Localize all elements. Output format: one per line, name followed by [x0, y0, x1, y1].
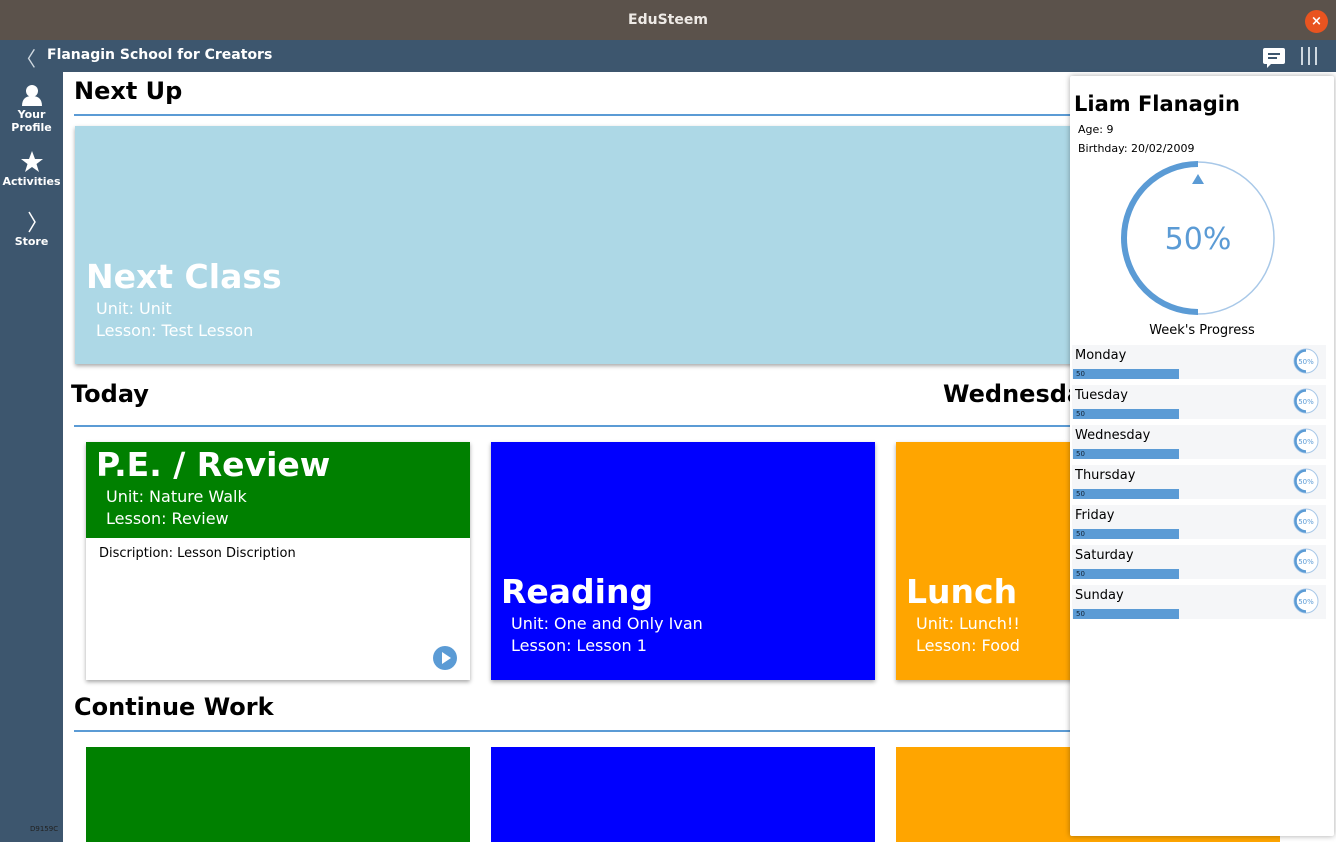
card-unit: Unit: Unit	[96, 299, 172, 318]
day-progress-percent: 50%	[1298, 518, 1314, 526]
next-class-card[interactable]: Next Class Unit: Unit Lesson: Test Lesso…	[75, 126, 1095, 364]
app-header: 〈 Flanagin School for Creators	[0, 40, 1336, 72]
day-progress-dial-icon: 50%	[1293, 588, 1319, 614]
class-card-pe[interactable]: P.E. / Review Unit: Nature Walk Lesson: …	[86, 442, 470, 680]
day-progress-dial-icon: 50%	[1293, 468, 1319, 494]
day-progress-value: 50	[1076, 450, 1085, 458]
day-progress-dial-icon: 50%	[1293, 428, 1319, 454]
profile-panel: Liam Flanagin Age: 9 Birthday: 20/02/200…	[1070, 76, 1334, 836]
sidebar-footer-text: D9159C	[30, 825, 59, 833]
card-lesson: Lesson: Review	[106, 509, 229, 528]
week-progress-label: Week's Progress	[1149, 323, 1255, 338]
card-lesson: Lesson: Test Lesson	[96, 321, 254, 340]
day-progress-percent: 50%	[1298, 558, 1314, 566]
class-card-reading[interactable]: Reading Unit: One and Only Ivan Lesson: …	[491, 442, 875, 680]
card-title: Reading	[501, 572, 654, 611]
day-progress-row[interactable]: Tuesday 50 50%	[1072, 385, 1326, 419]
card-title: Lunch	[906, 572, 1018, 611]
sidebar-item-activities[interactable]: Activities	[0, 151, 63, 188]
card-unit: Unit: Lunch!!	[916, 614, 1020, 633]
day-name: Sunday	[1075, 588, 1124, 603]
day-progress-dial-icon: 50%	[1293, 388, 1319, 414]
day-name: Friday	[1075, 508, 1115, 523]
continue-card[interactable]	[491, 747, 875, 842]
day-progress-value: 50	[1076, 570, 1085, 578]
sidebar-item-label: Your	[17, 108, 46, 121]
day-name: Tuesday	[1075, 388, 1128, 403]
day-progress-bar	[1073, 449, 1179, 459]
sidebar-item-label: Activities	[2, 175, 61, 188]
day-progress-percent: 50%	[1298, 478, 1314, 486]
section-divider	[74, 114, 1114, 116]
student-age: Age: 9	[1078, 123, 1114, 136]
day-name: Wednesday	[1075, 428, 1151, 443]
play-icon[interactable]	[433, 646, 457, 670]
day-progress-percent: 50%	[1298, 598, 1314, 606]
day-progress-dial-icon: 50%	[1293, 348, 1319, 374]
card-unit: Unit: Nature Walk	[106, 487, 247, 506]
window-titlebar: EduSteem ×	[0, 0, 1336, 40]
day-progress-row[interactable]: Wednesday 50 50%	[1072, 425, 1326, 459]
day-name: Saturday	[1075, 548, 1134, 563]
progress-marker-icon	[1192, 174, 1204, 184]
sidebar-item-label: Store	[14, 235, 49, 248]
card-unit: Unit: One and Only Ivan	[511, 614, 703, 633]
sidebar: Your Profile Activities Store D9159C	[0, 72, 63, 842]
day-progress-bar	[1073, 409, 1179, 419]
sidebar-item-store[interactable]: Store	[0, 211, 63, 248]
columns-menu-icon[interactable]	[1301, 47, 1317, 65]
day-progress-row[interactable]: Sunday 50 50%	[1072, 585, 1326, 619]
back-icon[interactable]: 〈	[16, 43, 36, 72]
day-progress-bar	[1073, 529, 1179, 539]
day-progress-percent: 50%	[1298, 438, 1314, 446]
day-progress-value: 50	[1076, 410, 1085, 418]
sidebar-item-label: Profile	[11, 121, 52, 134]
star-icon	[20, 151, 43, 172]
card-lesson: Lesson: Lesson 1	[511, 636, 647, 655]
day-progress-percent: 50%	[1298, 398, 1314, 406]
window-title: EduSteem	[628, 12, 708, 28]
day-progress-row[interactable]: Thursday 50 50%	[1072, 465, 1326, 499]
day-progress-bar	[1073, 489, 1179, 499]
student-birthday: Birthday: 20/02/2009	[1078, 142, 1195, 155]
day-progress-value: 50	[1076, 490, 1085, 498]
section-divider	[74, 425, 1114, 427]
day-progress-dial-icon: 50%	[1293, 508, 1319, 534]
day-progress-value: 50	[1076, 370, 1085, 378]
section-divider	[74, 730, 1114, 732]
day-heading: Wednesda	[943, 380, 1084, 408]
card-title: Next Class	[86, 257, 282, 296]
sidebar-item-profile[interactable]: Your Profile	[0, 84, 63, 134]
day-progress-bar	[1073, 369, 1179, 379]
week-progress-ring: 50%	[1121, 161, 1275, 315]
student-name: Liam Flanagin	[1074, 92, 1240, 116]
person-icon	[21, 85, 42, 106]
week-progress-percent: 50%	[1165, 222, 1232, 257]
chat-icon[interactable]	[1263, 48, 1285, 68]
continue-card[interactable]	[86, 747, 470, 842]
card-description: Discription: Lesson Discription	[99, 546, 296, 561]
close-icon[interactable]: ×	[1305, 10, 1328, 33]
today-heading: Today	[71, 380, 149, 408]
day-progress-value: 50	[1076, 530, 1085, 538]
day-progress-percent: 50%	[1298, 358, 1314, 366]
day-progress-bar	[1073, 609, 1179, 619]
day-name: Monday	[1075, 348, 1127, 363]
chevron-right-icon	[27, 211, 36, 233]
card-body: Discription: Lesson Discription	[86, 538, 470, 680]
card-title: P.E. / Review	[96, 445, 331, 484]
day-name: Thursday	[1075, 468, 1136, 483]
card-lesson: Lesson: Food	[916, 636, 1020, 655]
day-progress-row[interactable]: Saturday 50 50%	[1072, 545, 1326, 579]
card-header: P.E. / Review Unit: Nature Walk Lesson: …	[86, 442, 470, 538]
day-progress-value: 50	[1076, 610, 1085, 618]
day-progress-row[interactable]: Monday 50 50%	[1072, 345, 1326, 379]
day-progress-bar	[1073, 569, 1179, 579]
day-progress-dial-icon: 50%	[1293, 548, 1319, 574]
day-progress-row[interactable]: Friday 50 50%	[1072, 505, 1326, 539]
continue-work-heading: Continue Work	[74, 693, 274, 721]
school-name: Flanagin School for Creators	[47, 47, 273, 63]
next-up-heading: Next Up	[74, 77, 183, 105]
